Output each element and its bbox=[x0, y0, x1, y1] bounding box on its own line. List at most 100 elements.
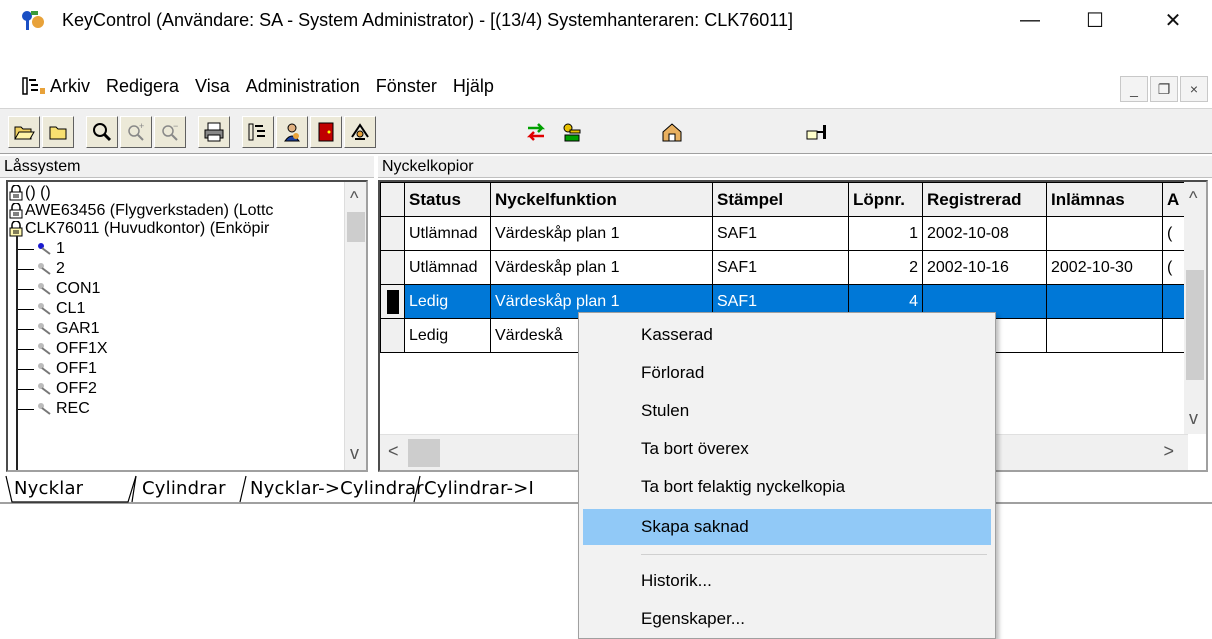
transfer-icon[interactable] bbox=[520, 116, 552, 148]
minimize-button[interactable]: — bbox=[1005, 0, 1055, 40]
scroll-thumb[interactable] bbox=[408, 439, 440, 467]
key-ring-icon[interactable] bbox=[344, 116, 376, 148]
grid-vertical-scrollbar[interactable]: ^ v bbox=[1184, 182, 1206, 434]
tree-node-root-2[interactable]: CLK76011 (Huvudkontor) (Enköpir bbox=[8, 220, 269, 238]
tree-key-4[interactable]: CL1 bbox=[18, 300, 85, 318]
home-icon[interactable] bbox=[656, 116, 688, 148]
mdi-minimize-button[interactable]: _ bbox=[1120, 76, 1148, 102]
title-bar: KeyControl (Användare: SA - System Admin… bbox=[0, 0, 1212, 40]
menu-arkiv[interactable]: Arkiv bbox=[50, 76, 90, 97]
folder-icon[interactable] bbox=[42, 116, 74, 148]
column-header-stampel[interactable]: Stämpel bbox=[712, 182, 849, 217]
key-icon bbox=[38, 383, 51, 395]
column-header-registrerad[interactable]: Registrerad bbox=[922, 182, 1047, 217]
menu-item-ta-bort-overex[interactable]: Ta bort överex bbox=[583, 431, 991, 467]
column-header-nyckelfunktion[interactable]: Nyckelfunktion bbox=[490, 182, 713, 217]
tree-key-label: OFF1X bbox=[56, 340, 108, 357]
table-row[interactable]: Utlämnad Värdeskåp plan 1 SAF1 1 2002-10… bbox=[380, 216, 1193, 251]
zoom-in-icon[interactable]: + bbox=[120, 116, 152, 148]
toolbar: + − bbox=[0, 108, 1212, 154]
tree-key-2[interactable]: 2 bbox=[18, 260, 65, 278]
scroll-thumb[interactable] bbox=[1186, 270, 1204, 380]
zoom-out-icon[interactable]: − bbox=[154, 116, 186, 148]
tree-node-root-0[interactable]: () () bbox=[8, 184, 51, 202]
scroll-down-icon[interactable]: v bbox=[350, 443, 359, 464]
menu-item-egenskaper[interactable]: Egenskaper... bbox=[583, 601, 991, 637]
tree-key-1[interactable]: 1 bbox=[18, 240, 65, 258]
open-folder-icon[interactable] bbox=[8, 116, 40, 148]
cell-nyckelfunktion: Värdeskåp plan 1 bbox=[490, 216, 713, 251]
menu-item-kasserad[interactable]: Kasserad bbox=[583, 317, 991, 353]
row-header[interactable] bbox=[380, 318, 405, 353]
menu-fonster[interactable]: Fönster bbox=[376, 76, 437, 97]
scroll-up-icon[interactable]: ^ bbox=[350, 188, 358, 209]
tree-scrollbar[interactable]: ^ v bbox=[344, 182, 366, 470]
tree-node-label: () () bbox=[25, 184, 51, 201]
key-icon bbox=[38, 263, 51, 275]
menu-item-stulen[interactable]: Stulen bbox=[583, 393, 991, 429]
menu-item-historik[interactable]: Historik... bbox=[583, 563, 991, 599]
cell-stampel: SAF1 bbox=[712, 250, 849, 285]
tab-nycklar-cylindrar[interactable]: Nycklar->Cylindrar bbox=[250, 476, 424, 502]
tab-cylindrar-nycklar[interactable]: Cylindrar->I bbox=[424, 476, 534, 502]
lock-icon bbox=[9, 221, 23, 237]
zoom-icon[interactable] bbox=[86, 116, 118, 148]
tree-key-7[interactable]: OFF1 bbox=[18, 360, 97, 378]
keys-icon[interactable] bbox=[556, 116, 588, 148]
lock-system-tree[interactable]: () () AWE63456 (Flygverkstaden) (Lottc C… bbox=[6, 180, 368, 472]
print-icon[interactable] bbox=[198, 116, 230, 148]
scroll-up-icon[interactable]: ^ bbox=[1189, 188, 1197, 209]
maximize-button[interactable]: ☐ bbox=[1070, 0, 1120, 40]
tree-key-5[interactable]: GAR1 bbox=[18, 320, 100, 338]
menu-item-ta-bort-felaktig[interactable]: Ta bort felaktig nyckelkopia bbox=[583, 469, 991, 505]
scroll-thumb[interactable] bbox=[347, 212, 365, 242]
row-header[interactable] bbox=[380, 216, 405, 251]
door-icon[interactable] bbox=[310, 116, 342, 148]
cell-inlamnas bbox=[1046, 318, 1163, 353]
scroll-down-icon[interactable]: v bbox=[1189, 408, 1198, 429]
tab-cylindrar[interactable]: Cylindrar bbox=[142, 476, 226, 502]
cell-lopnr: 1 bbox=[848, 216, 923, 251]
svg-text:−: − bbox=[173, 121, 178, 131]
menu-administration[interactable]: Administration bbox=[246, 76, 360, 97]
key-icon bbox=[38, 323, 51, 335]
row-header[interactable] bbox=[380, 284, 405, 319]
mdi-close-button[interactable]: × bbox=[1180, 76, 1208, 102]
menu-redigera[interactable]: Redigera bbox=[106, 76, 179, 97]
lock-icon bbox=[9, 185, 23, 201]
column-header-status[interactable]: Status bbox=[404, 182, 491, 217]
svg-text:+: + bbox=[139, 121, 144, 131]
mdi-child-icon[interactable] bbox=[22, 76, 46, 96]
app-icon bbox=[20, 8, 50, 32]
menu-item-forlorad[interactable]: Förlorad bbox=[583, 355, 991, 391]
menu-visa[interactable]: Visa bbox=[195, 76, 230, 97]
left-pane-header: Låssystem bbox=[0, 156, 374, 178]
tree-key-3[interactable]: CON1 bbox=[18, 280, 100, 298]
cell-lopnr: 2 bbox=[848, 250, 923, 285]
table-row[interactable]: Utlämnad Värdeskåp plan 1 SAF1 2 2002-10… bbox=[380, 250, 1193, 285]
column-header-lopnr[interactable]: Löpnr. bbox=[848, 182, 923, 217]
window-title: KeyControl (Användare: SA - System Admin… bbox=[62, 9, 793, 30]
column-header-inlamnas[interactable]: Inlämnas bbox=[1046, 182, 1163, 217]
pointer-hand-icon[interactable] bbox=[800, 116, 832, 148]
tree-key-6[interactable]: OFF1X bbox=[18, 340, 108, 358]
cell-inlamnas: 2002-10-30 bbox=[1046, 250, 1163, 285]
user-icon[interactable] bbox=[276, 116, 308, 148]
scroll-right-icon[interactable]: > bbox=[1163, 441, 1174, 462]
tree-node-root-1[interactable]: AWE63456 (Flygverkstaden) (Lottc bbox=[8, 202, 273, 220]
tree-key-label: CON1 bbox=[56, 280, 101, 297]
tree-key-label: GAR1 bbox=[56, 320, 100, 337]
mdi-restore-button[interactable]: ❐ bbox=[1150, 76, 1178, 102]
tree-view-icon[interactable] bbox=[242, 116, 274, 148]
menu-hjalp[interactable]: Hjälp bbox=[453, 76, 494, 97]
tree-key-9[interactable]: REC bbox=[18, 400, 90, 418]
tree-key-label: OFF2 bbox=[56, 380, 97, 397]
menu-item-skapa-saknad[interactable]: Skapa saknad bbox=[583, 509, 991, 545]
close-button[interactable]: ✕ bbox=[1148, 0, 1198, 40]
tree-key-label: CL1 bbox=[56, 300, 86, 317]
tree-key-8[interactable]: OFF2 bbox=[18, 380, 97, 398]
lock-icon bbox=[9, 203, 23, 219]
tab-nycklar[interactable]: Nycklar bbox=[14, 476, 83, 502]
row-header[interactable] bbox=[380, 250, 405, 285]
scroll-left-icon[interactable]: < bbox=[388, 441, 399, 462]
